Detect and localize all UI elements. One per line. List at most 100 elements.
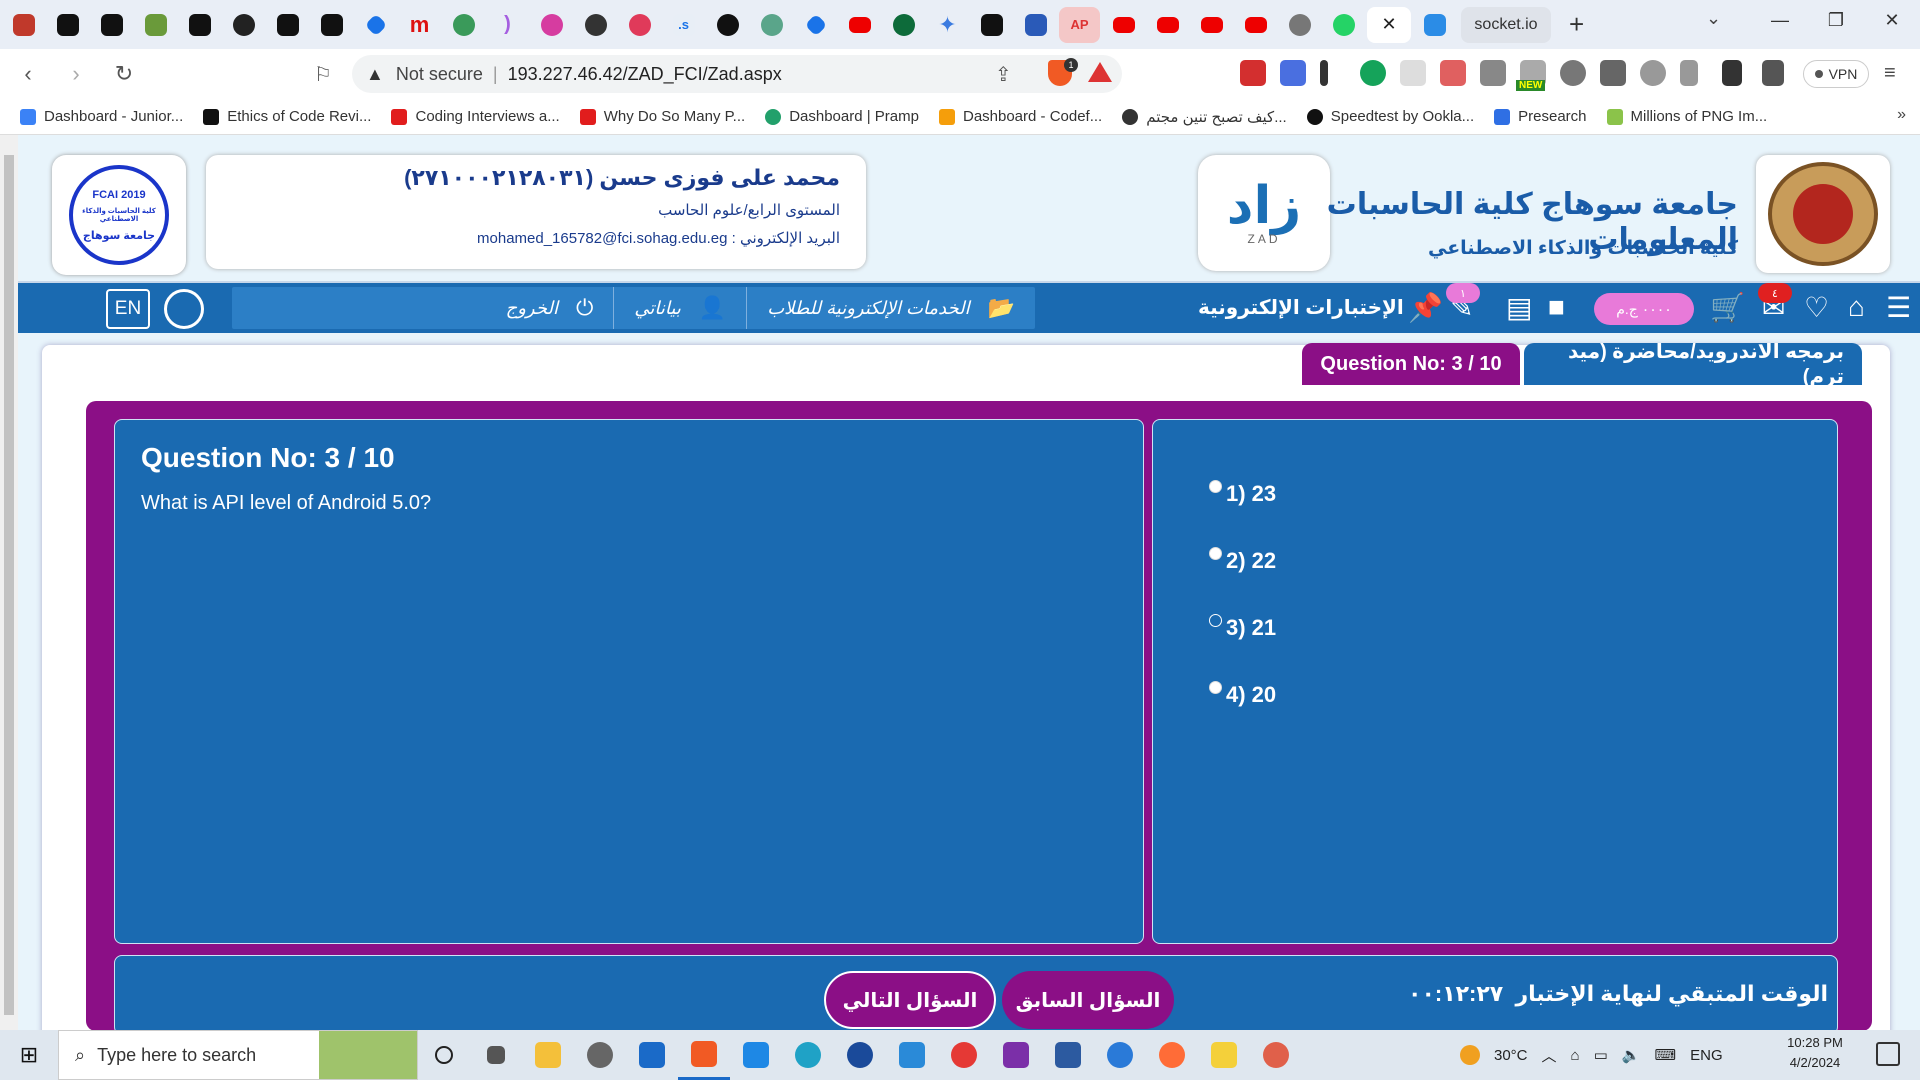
tab[interactable]: m: [399, 7, 440, 43]
puzzle-icon[interactable]: [1600, 60, 1626, 86]
back-icon[interactable]: ‹: [8, 54, 48, 94]
share-icon[interactable]: ⇪: [995, 62, 1012, 87]
brave-icon[interactable]: [678, 1030, 730, 1080]
wallet-balance[interactable]: ٠٠٠٠ ج.م: [1594, 293, 1694, 325]
language-toggle[interactable]: EN: [106, 289, 150, 329]
radio-button[interactable]: [1209, 480, 1222, 493]
outlook-icon[interactable]: [626, 1030, 678, 1080]
pdf-extension-icon[interactable]: [1240, 60, 1266, 86]
answer-label[interactable]: 3) 21: [1226, 615, 1276, 641]
vscode-icon[interactable]: [730, 1030, 782, 1080]
language-indicator[interactable]: ENG: [1690, 1047, 1723, 1064]
tab[interactable]: [1414, 7, 1455, 43]
globe-icon[interactable]: [164, 289, 204, 329]
radio-button[interactable]: [1209, 547, 1222, 560]
answer-option[interactable]: 1) 23: [1209, 460, 1837, 527]
question-number-tab[interactable]: Question No: 3 / 10: [1302, 343, 1520, 385]
bookmark-item[interactable]: Dashboard | Pramp: [765, 108, 919, 125]
tab[interactable]: [971, 7, 1012, 43]
tab-active[interactable]: ✕: [1367, 6, 1411, 43]
postman-icon[interactable]: [1146, 1030, 1198, 1080]
papers-icon[interactable]: ▤: [1506, 291, 1532, 324]
app-icon[interactable]: [834, 1030, 886, 1080]
tab[interactable]: ✦: [927, 7, 968, 43]
battery-icon[interactable]: ▭: [1594, 1046, 1608, 1064]
tab[interactable]: [91, 7, 132, 43]
tab[interactable]: [1103, 7, 1144, 43]
music-icon[interactable]: [1640, 60, 1666, 86]
tab[interactable]: [795, 7, 836, 43]
keyboard-icon[interactable]: ⌨: [1654, 1046, 1676, 1064]
tab[interactable]: [1191, 7, 1232, 43]
restore-button[interactable]: ❐: [1808, 0, 1864, 40]
sidebar-icon[interactable]: [1722, 60, 1742, 86]
forward-icon[interactable]: ›: [56, 54, 96, 94]
windows-start-icon[interactable]: ⊞: [0, 1030, 58, 1080]
answer-label[interactable]: 2) 22: [1226, 548, 1276, 574]
clock-app-icon[interactable]: [574, 1030, 626, 1080]
screenshot-extension-icon[interactable]: [1440, 60, 1466, 86]
reload-icon[interactable]: ↻: [104, 54, 144, 94]
bookmark-item[interactable]: Dashboard - Junior...: [20, 108, 183, 125]
tab[interactable]: [47, 7, 88, 43]
taskbar-search[interactable]: ⌕ Type here to search: [58, 1030, 418, 1080]
tab[interactable]: [1235, 7, 1276, 43]
chrome-icon[interactable]: [938, 1030, 990, 1080]
tab[interactable]: [1015, 7, 1056, 43]
answer-option-selected[interactable]: 3) 21: [1209, 594, 1837, 661]
app-icon[interactable]: [886, 1030, 938, 1080]
brave-rewards-icon[interactable]: [1088, 62, 1112, 82]
task-view-icon[interactable]: [470, 1030, 522, 1080]
minimize-button[interactable]: —: [1752, 0, 1808, 40]
pin-icon[interactable]: 📌: [1408, 291, 1443, 324]
camera-extension-icon[interactable]: [1480, 60, 1506, 86]
network-icon[interactable]: ⌂: [1571, 1047, 1580, 1064]
scrollbar[interactable]: [0, 135, 18, 1030]
tab[interactable]: [1279, 7, 1320, 43]
grammarly-extension-icon[interactable]: [1360, 60, 1386, 86]
tab-socket-io[interactable]: socket.io: [1461, 6, 1551, 43]
tab[interactable]: [179, 7, 220, 43]
tab[interactable]: [223, 7, 264, 43]
radio-button[interactable]: [1209, 681, 1222, 694]
hamburger-menu-icon[interactable]: ☰: [1886, 291, 1911, 324]
search-extension-icon[interactable]: [1560, 60, 1586, 86]
tab[interactable]: [707, 7, 748, 43]
file-explorer-icon[interactable]: [522, 1030, 574, 1080]
tab[interactable]: [575, 7, 616, 43]
bookmark-item[interactable]: Dashboard - Codef...: [938, 108, 1102, 125]
menu-icon[interactable]: ≡: [1884, 62, 1896, 85]
nav-services[interactable]: 📂 الخدمات الإلكترونية للطلاب: [746, 287, 1035, 329]
tab[interactable]: [1147, 7, 1188, 43]
close-tab-icon[interactable]: ✕: [1378, 14, 1400, 36]
bookmark-item[interactable]: كيف تصبح تنين مجتم...: [1122, 108, 1287, 126]
tab[interactable]: [883, 7, 924, 43]
chevron-up-icon[interactable]: ︿: [1542, 1045, 1557, 1066]
tab[interactable]: [443, 7, 484, 43]
cortana-icon[interactable]: [418, 1030, 470, 1080]
download-icon[interactable]: [1680, 60, 1698, 86]
bookmark-item[interactable]: Ethics of Code Revi...: [203, 108, 371, 125]
tab[interactable]: .s: [663, 7, 704, 43]
radio-button-selected[interactable]: [1209, 614, 1222, 627]
heart-icon[interactable]: ♡: [1804, 291, 1829, 324]
nav-title[interactable]: الإختبارات الإلكترونية: [1198, 295, 1404, 320]
bookmark-item[interactable]: Millions of PNG Im...: [1606, 108, 1767, 125]
tab[interactable]: [531, 7, 572, 43]
translate-extension-icon[interactable]: [1280, 60, 1306, 86]
wallet-icon[interactable]: [1762, 60, 1784, 86]
next-question-button[interactable]: السؤال التالي: [824, 971, 996, 1029]
nav-logout[interactable]: ⏻ الخروج: [486, 287, 614, 329]
powershell-icon[interactable]: [1042, 1030, 1094, 1080]
tab[interactable]: [839, 7, 880, 43]
tab[interactable]: [355, 7, 396, 43]
sticky-notes-icon[interactable]: [1198, 1030, 1250, 1080]
temperature[interactable]: 30°C: [1494, 1047, 1528, 1064]
weather-icon[interactable]: [1460, 1045, 1480, 1065]
url-text[interactable]: 193.227.46.42/ZAD_FCI/Zad.aspx: [508, 64, 782, 85]
close-window-button[interactable]: ✕: [1864, 0, 1920, 40]
answer-option[interactable]: 4) 20: [1209, 661, 1837, 728]
answer-label[interactable]: 4) 20: [1226, 682, 1276, 708]
app-icon[interactable]: [1094, 1030, 1146, 1080]
tab[interactable]: [619, 7, 660, 43]
